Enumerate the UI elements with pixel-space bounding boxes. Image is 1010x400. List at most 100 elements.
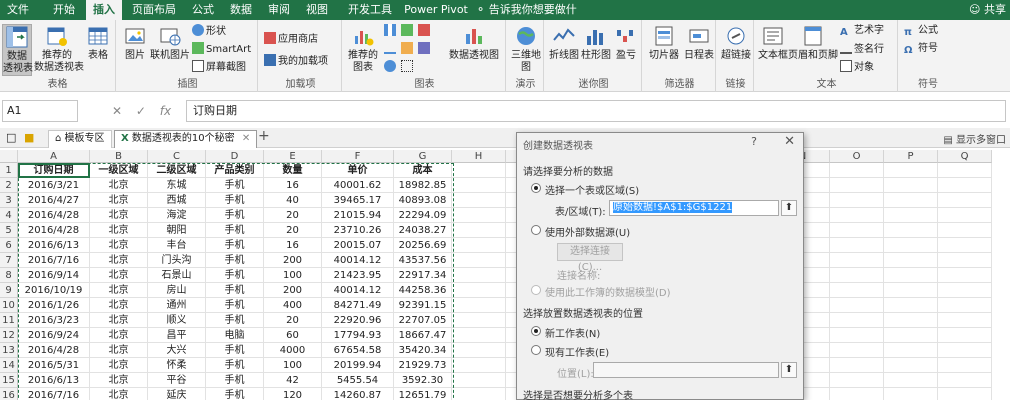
table-cell[interactable] (884, 373, 938, 388)
table-cell[interactable] (938, 268, 992, 283)
close-icon[interactable]: ✕ (784, 134, 795, 149)
table-cell[interactable]: 2016/10/19 (18, 283, 90, 298)
table-cell[interactable]: 20015.07 (322, 238, 394, 253)
table-cell[interactable] (830, 268, 884, 283)
select-all-corner[interactable] (0, 150, 18, 163)
table-cell[interactable]: 2016/7/16 (18, 388, 90, 400)
table-cell[interactable] (452, 223, 506, 238)
table-cell[interactable]: 2016/6/13 (18, 373, 90, 388)
table-cell[interactable]: 2016/4/28 (18, 343, 90, 358)
table-cell[interactable]: 平谷 (148, 373, 206, 388)
table-cell[interactable] (938, 298, 992, 313)
table-cell[interactable]: 39465.17 (322, 193, 394, 208)
row-header[interactable]: 5 (0, 223, 18, 238)
column-header-g[interactable]: G (394, 150, 452, 163)
table-cell[interactable]: 20256.69 (394, 238, 452, 253)
table-cell[interactable]: 20 (264, 223, 322, 238)
table-cell[interactable]: 21929.73 (394, 358, 452, 373)
table-cell[interactable] (452, 373, 506, 388)
column-header-b[interactable]: B (90, 150, 148, 163)
table-cell[interactable]: 40 (264, 193, 322, 208)
table-cell[interactable]: 3592.30 (394, 373, 452, 388)
column-header-o[interactable]: O (830, 150, 884, 163)
table-cell[interactable] (884, 238, 938, 253)
range-input[interactable]: 原始数据!$A$1:$G$1221 (609, 200, 779, 216)
table-cell[interactable]: 22707.05 (394, 313, 452, 328)
table-cell[interactable]: 北京 (90, 193, 148, 208)
tab-power-pivot[interactable]: Power Pivot (404, 0, 468, 20)
table-cell[interactable]: 丰台 (148, 238, 206, 253)
table-cell[interactable] (938, 313, 992, 328)
table-cell[interactable]: 200 (264, 283, 322, 298)
object-button[interactable]: 对象 (840, 60, 874, 75)
table-cell[interactable] (452, 193, 506, 208)
tab-insert[interactable]: 插入 (86, 0, 122, 20)
table-cell[interactable]: 84271.49 (322, 298, 394, 313)
table-cell[interactable]: 2016/4/28 (18, 223, 90, 238)
tab-template[interactable]: ⌂ 模板专区 (48, 130, 112, 148)
radio-external-source[interactable] (531, 225, 541, 235)
table-cell[interactable] (938, 373, 992, 388)
table-cell[interactable]: 2016/4/28 (18, 208, 90, 223)
table-cell[interactable] (884, 388, 938, 400)
row-header[interactable]: 15 (0, 373, 18, 388)
table-cell[interactable]: 北京 (90, 328, 148, 343)
table-cell[interactable] (884, 253, 938, 268)
my-addins-button[interactable]: 我的加载项 (264, 54, 328, 69)
table-cell[interactable] (884, 178, 938, 193)
table-cell[interactable]: 24038.27 (394, 223, 452, 238)
radio-table-range[interactable] (531, 183, 541, 193)
table-cell[interactable] (884, 328, 938, 343)
table-cell[interactable]: 北京 (90, 373, 148, 388)
table-cell[interactable]: 顺义 (148, 313, 206, 328)
row-header[interactable]: 11 (0, 313, 18, 328)
table-cell[interactable] (830, 328, 884, 343)
table-cell[interactable] (884, 343, 938, 358)
table-cell[interactable]: 海淀 (148, 208, 206, 223)
table-cell[interactable]: 120 (264, 388, 322, 400)
table-cell[interactable]: 怀柔 (148, 358, 206, 373)
row-header[interactable]: 6 (0, 238, 18, 253)
table-cell[interactable] (452, 298, 506, 313)
table-cell[interactable]: 20 (264, 208, 322, 223)
choose-connection-button[interactable]: 选择连接(C)... (557, 243, 623, 273)
row-header[interactable]: 4 (0, 208, 18, 223)
table-cell[interactable] (884, 208, 938, 223)
table-cell[interactable] (830, 208, 884, 223)
table-button[interactable]: 表格 (84, 24, 112, 62)
table-cell[interactable]: 手机 (206, 208, 264, 223)
tab-developer[interactable]: 开发工具 (342, 0, 398, 20)
table-cell[interactable]: 大兴 (148, 343, 206, 358)
table-cell[interactable]: 北京 (90, 253, 148, 268)
table-cell[interactable]: 昌平 (148, 328, 206, 343)
table-cell[interactable]: 44258.36 (394, 283, 452, 298)
table-cell[interactable]: 100 (264, 268, 322, 283)
table-cell[interactable]: 手机 (206, 193, 264, 208)
table-header-cell[interactable] (452, 163, 506, 178)
folder-icon[interactable]: ■ (24, 131, 34, 144)
screenshot-button[interactable]: 屏幕截图 (192, 60, 246, 75)
table-cell[interactable]: 手机 (206, 178, 264, 193)
table-cell[interactable]: 35420.34 (394, 343, 452, 358)
table-cell[interactable]: 40893.08 (394, 193, 452, 208)
table-cell[interactable]: 手机 (206, 343, 264, 358)
table-cell[interactable] (830, 193, 884, 208)
store-button[interactable]: 应用商店 (264, 32, 318, 47)
table-cell[interactable]: 东城 (148, 178, 206, 193)
table-header-cell[interactable] (884, 163, 938, 178)
column-header-p[interactable]: P (884, 150, 938, 163)
table-cell[interactable]: 2016/9/14 (18, 268, 90, 283)
table-cell[interactable] (884, 283, 938, 298)
3d-map-button[interactable]: 三维地 图 (510, 24, 542, 74)
tab-data[interactable]: 数据 (224, 0, 258, 20)
close-tab-icon[interactable]: ✕ (242, 133, 250, 144)
table-cell[interactable]: 21015.94 (322, 208, 394, 223)
row-header[interactable]: 2 (0, 178, 18, 193)
table-cell[interactable]: 延庆 (148, 388, 206, 400)
table-cell[interactable]: 北京 (90, 268, 148, 283)
table-cell[interactable]: 朝阳 (148, 223, 206, 238)
table-cell[interactable]: 北京 (90, 238, 148, 253)
online-pictures-button[interactable]: 联机图片 (150, 24, 190, 62)
table-cell[interactable] (830, 388, 884, 400)
table-cell[interactable] (830, 283, 884, 298)
